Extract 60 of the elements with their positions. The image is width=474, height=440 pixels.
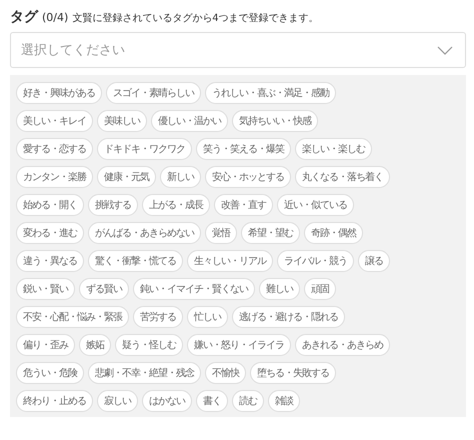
- tag-chip[interactable]: ドキドキ・ワクワク: [97, 138, 192, 160]
- tag-chip[interactable]: 鋭い・賢い: [16, 278, 75, 300]
- tag-chip[interactable]: 愛する・恋する: [16, 138, 93, 160]
- tag-chip[interactable]: 生々しい・リアル: [187, 250, 273, 272]
- tag-chip[interactable]: 近い・似ている: [277, 194, 354, 216]
- tag-chip[interactable]: 楽しい・楽しむ: [295, 138, 372, 160]
- tag-chip[interactable]: 安心・ホッとする: [205, 166, 291, 188]
- tag-chip[interactable]: 難しい: [259, 278, 300, 300]
- tag-chip[interactable]: 堕ちる・失敗する: [250, 362, 336, 384]
- tag-chip[interactable]: 丸くなる・落ち着く: [295, 166, 390, 188]
- tag-chip[interactable]: 美味しい: [97, 110, 147, 132]
- tag-chip[interactable]: 好き・興味がある: [16, 82, 102, 104]
- tag-chip[interactable]: 終わり・止める: [16, 390, 93, 412]
- tag-chip[interactable]: 逃げる・避ける・隠れる: [232, 306, 345, 328]
- tag-chip[interactable]: 書く: [196, 390, 228, 412]
- tag-chip[interactable]: 偏り・歪み: [16, 334, 75, 356]
- tag-chip[interactable]: 新しい: [160, 166, 201, 188]
- tag-chip[interactable]: ライバル・競う: [277, 250, 354, 272]
- tag-chip[interactable]: ずる賢い: [79, 278, 129, 300]
- tag-chip[interactable]: 上がる・成長: [142, 194, 210, 216]
- tag-chip[interactable]: 笑う・笑える・爆笑: [196, 138, 291, 160]
- tag-chip[interactable]: 雑談: [268, 390, 300, 412]
- tag-chip[interactable]: 頑固: [304, 278, 336, 300]
- tag-chip[interactable]: 苦労する: [133, 306, 183, 328]
- tag-chip[interactable]: 始める・開く: [16, 194, 84, 216]
- tag-chip[interactable]: がんばる・あきらめない: [88, 222, 201, 244]
- tag-chip[interactable]: 不安・心配・悩み・緊張: [16, 306, 129, 328]
- tag-chip[interactable]: カンタン・楽勝: [16, 166, 93, 188]
- tag-chip[interactable]: あきれる・あきらめ: [295, 334, 390, 356]
- tag-chip[interactable]: 改善・直す: [214, 194, 273, 216]
- tag-chip[interactable]: 鈍い・イマイチ・賢くない: [133, 278, 255, 300]
- tag-chip[interactable]: 奇跡・偶然: [304, 222, 363, 244]
- tag-chip[interactable]: 読む: [232, 390, 264, 412]
- tag-chip[interactable]: 驚く・衝撃・慌てる: [88, 250, 183, 272]
- tag-count: (0/4): [42, 11, 68, 24]
- tag-chip[interactable]: 希望・望む: [241, 222, 300, 244]
- select-placeholder: 選択してください: [21, 42, 125, 59]
- tag-chip[interactable]: 譲る: [358, 250, 390, 272]
- tag-chip[interactable]: 忙しい: [187, 306, 228, 328]
- tag-chip[interactable]: 気持ちいい・快感: [232, 110, 318, 132]
- tag-chip[interactable]: 違う・異なる: [16, 250, 84, 272]
- tag-chip[interactable]: 美しい・キレイ: [16, 110, 93, 132]
- tag-chip[interactable]: 悲劇・不幸・絶望・残念: [88, 362, 201, 384]
- chevron-down-icon: [437, 46, 453, 54]
- tag-chip[interactable]: 挑戦する: [88, 194, 138, 216]
- tag-chip[interactable]: うれしい・喜ぶ・満足・感動: [205, 82, 336, 104]
- tag-chip[interactable]: 寂しい: [97, 390, 138, 412]
- tag-chip[interactable]: 疑う・怪しむ: [115, 334, 183, 356]
- tag-chip[interactable]: 嫉妬: [79, 334, 111, 356]
- tag-chip[interactable]: 危うい・危険: [16, 362, 84, 384]
- tag-chip[interactable]: 覚悟: [205, 222, 237, 244]
- tag-chip[interactable]: 健康・元気: [97, 166, 156, 188]
- tag-chip[interactable]: はかない: [142, 390, 192, 412]
- tag-chip[interactable]: 不愉快: [205, 362, 246, 384]
- tag-chip[interactable]: 変わる・進む: [16, 222, 84, 244]
- section-title: タグ: [10, 8, 38, 26]
- tag-chip[interactable]: 優しい・温かい: [151, 110, 228, 132]
- tag-chip[interactable]: 嫌い・怒り・イライラ: [187, 334, 291, 356]
- tag-chip[interactable]: スゴイ・素晴らしい: [106, 82, 201, 104]
- hint-text: 文賢に登録されているタグから4つまで登録できます。: [72, 12, 319, 25]
